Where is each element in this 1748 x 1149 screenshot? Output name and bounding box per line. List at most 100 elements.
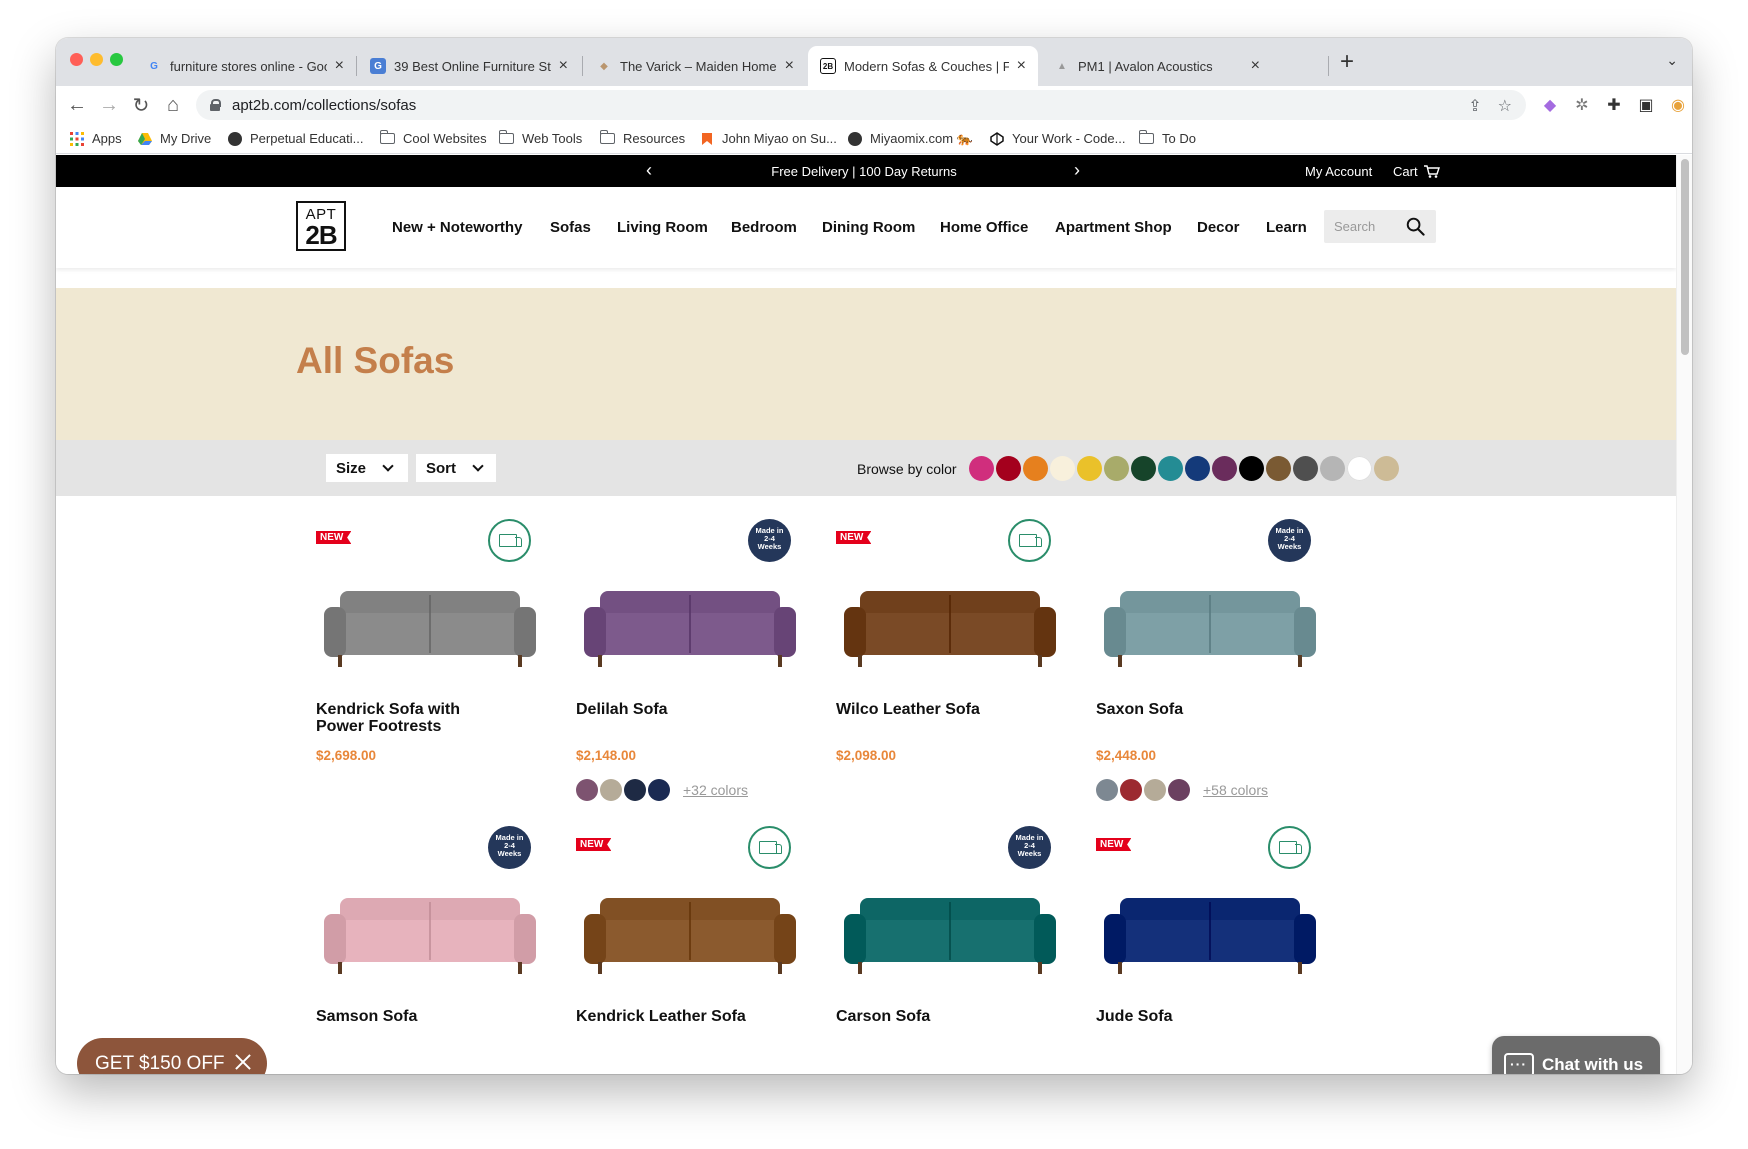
promo-next-arrow-icon[interactable]: › <box>1074 160 1080 181</box>
bug-icon[interactable]: ✲ <box>1572 95 1592 115</box>
color-swatch[interactable] <box>1320 456 1345 481</box>
sofa-image[interactable] <box>582 886 798 986</box>
color-swatch[interactable] <box>1077 456 1102 481</box>
color-swatch[interactable] <box>1293 456 1318 481</box>
nav-apartment-shop[interactable]: Apartment Shop <box>1055 219 1172 236</box>
nav-new-noteworthy[interactable]: New + Noteworthy <box>392 219 522 236</box>
extension-icon[interactable]: ◆ <box>1540 95 1560 115</box>
nav-living-room[interactable]: Living Room <box>617 219 708 236</box>
sofa-image[interactable] <box>582 579 798 679</box>
sofa-image[interactable] <box>842 886 1058 986</box>
discount-button[interactable]: GET $150 OFF <box>77 1038 267 1074</box>
color-swatch[interactable] <box>1023 456 1048 481</box>
product-name[interactable]: Wilco Leather Sofa <box>836 701 1026 718</box>
bookmark-my-drive[interactable]: My Drive <box>138 131 211 146</box>
sofa-image[interactable] <box>322 579 538 679</box>
apt2b-logo[interactable]: APT 2B <box>296 201 346 251</box>
new-tab-button[interactable]: + <box>1340 50 1354 74</box>
back-arrow-icon[interactable]: ← <box>64 92 90 118</box>
nav-home-office[interactable]: Home Office <box>940 219 1028 236</box>
bookmark-your-work-codepen[interactable]: Your Work - Code... <box>990 131 1125 146</box>
sofa-image[interactable] <box>842 579 1058 679</box>
product-card[interactable]: NEW Wilco Leather Sofa $2,098.00 <box>836 519 1076 819</box>
page-scrollbar[interactable] <box>1676 155 1692 1074</box>
close-tab-icon[interactable]: × <box>1017 57 1026 75</box>
bookmark-perpetual-education[interactable]: Perpetual Educati... <box>228 131 363 146</box>
product-card[interactable]: Made in 2-4 Weeks Saxon Sofa $2,448.00 +58 co… <box>1096 519 1336 819</box>
product-name[interactable]: Kendrick Sofa with Power Footrests <box>316 701 506 735</box>
color-swatch[interactable] <box>1131 456 1156 481</box>
search-input[interactable]: Search <box>1324 210 1436 243</box>
close-window-button[interactable] <box>70 53 83 66</box>
sofa-image[interactable] <box>1102 886 1318 986</box>
product-card[interactable]: NEW Kendrick Sofa with Power Footrests $2,… <box>316 519 556 819</box>
color-swatch[interactable] <box>1374 456 1399 481</box>
nav-decor[interactable]: Decor <box>1197 219 1240 236</box>
product-name[interactable]: Jude Sofa <box>1096 1008 1286 1025</box>
share-icon[interactable]: ⇪ <box>1468 96 1481 116</box>
product-color-swatch[interactable] <box>1168 779 1190 801</box>
close-tab-icon[interactable]: × <box>559 57 568 75</box>
tab-google-search[interactable]: G furniture stores online - Google × <box>134 46 356 86</box>
color-swatch[interactable] <box>1347 456 1372 481</box>
nav-dining-room[interactable]: Dining Room <box>822 219 915 236</box>
maximize-window-button[interactable] <box>110 53 123 66</box>
bookmark-to-do[interactable]: To Do <box>1138 130 1196 146</box>
product-color-swatch[interactable] <box>600 779 622 801</box>
my-account-link[interactable]: My Account <box>1305 164 1372 179</box>
color-swatch[interactable] <box>1212 456 1237 481</box>
bookmark-resources[interactable]: Resources <box>599 130 685 146</box>
bookmark-john-miyao[interactable]: John Miyao on Su... <box>700 131 837 146</box>
nav-sofas[interactable]: Sofas <box>550 219 591 236</box>
product-card[interactable]: NEW Kendrick Leather Sofa <box>576 826 816 1074</box>
profile-avatar[interactable]: ◉ <box>1668 95 1688 115</box>
chat-button[interactable]: Chat with us <box>1492 1036 1660 1074</box>
tab-best-furniture[interactable]: G 39 Best Online Furniture Stores × <box>358 46 580 86</box>
color-swatch[interactable] <box>996 456 1021 481</box>
more-colors-link[interactable]: +58 colors <box>1203 782 1268 798</box>
address-bar[interactable]: apt2b.com/collections/sofas ⇪ ☆ <box>196 90 1526 120</box>
product-name[interactable]: Kendrick Leather Sofa <box>576 1008 766 1025</box>
nav-learn[interactable]: Learn <box>1266 219 1307 236</box>
product-card[interactable]: Made in 2-4 Weeks Samson Sofa <box>316 826 556 1074</box>
close-tab-icon[interactable]: × <box>335 57 344 75</box>
tab-apt2b-sofas[interactable]: 2B Modern Sofas & Couches | FREE × <box>808 46 1038 86</box>
reload-icon[interactable]: ↻ <box>128 92 154 118</box>
product-color-swatch[interactable] <box>1144 779 1166 801</box>
bookmark-cool-websites[interactable]: Cool Websites <box>379 130 487 146</box>
product-name[interactable]: Carson Sofa <box>836 1008 1026 1025</box>
sort-dropdown[interactable]: Sort <box>416 454 496 482</box>
product-card[interactable]: Made in 2-4 Weeks Delilah Sofa $2,148.00 +32 … <box>576 519 816 819</box>
star-icon[interactable]: ☆ <box>1498 96 1512 116</box>
sofa-image[interactable] <box>322 886 538 986</box>
home-icon[interactable]: ⌂ <box>160 92 186 118</box>
product-name[interactable]: Samson Sofa <box>316 1008 506 1025</box>
product-color-swatch[interactable] <box>1096 779 1118 801</box>
minimize-window-button[interactable] <box>90 53 103 66</box>
nav-bedroom[interactable]: Bedroom <box>731 219 797 236</box>
tab-avalon-acoustics[interactable]: ▲ PM1 | Avalon Acoustics × <box>1042 46 1272 86</box>
size-dropdown[interactable]: Size <box>326 454 408 482</box>
color-swatch[interactable] <box>1158 456 1183 481</box>
bookmark-apps[interactable]: Apps <box>70 131 122 146</box>
product-color-swatch[interactable] <box>576 779 598 801</box>
color-swatch[interactable] <box>1104 456 1129 481</box>
product-card[interactable]: NEW Jude Sofa <box>1096 826 1336 1074</box>
close-icon[interactable] <box>233 1052 253 1072</box>
close-tab-icon[interactable]: × <box>1251 57 1260 75</box>
product-card[interactable]: Made in 2-4 Weeks Carson Sofa <box>836 826 1076 1074</box>
color-swatch[interactable] <box>1266 456 1291 481</box>
tab-search-chevron-icon[interactable]: ⌄ <box>1666 52 1678 69</box>
forward-arrow-icon[interactable]: → <box>96 92 122 118</box>
search-icon[interactable] <box>1406 217 1425 236</box>
product-name[interactable]: Delilah Sofa <box>576 701 766 718</box>
bookmark-web-tools[interactable]: Web Tools <box>498 130 582 146</box>
bookmark-miyaomix[interactable]: Miyaomix.com 🐅 <box>848 131 973 147</box>
color-swatch[interactable] <box>1185 456 1210 481</box>
scrollbar-thumb[interactable] <box>1681 159 1689 355</box>
sofa-image[interactable] <box>1102 579 1318 679</box>
product-color-swatch[interactable] <box>648 779 670 801</box>
product-color-swatch[interactable] <box>624 779 646 801</box>
sidebar-icon[interactable]: ▣ <box>1636 95 1656 115</box>
more-colors-link[interactable]: +32 colors <box>683 782 748 798</box>
